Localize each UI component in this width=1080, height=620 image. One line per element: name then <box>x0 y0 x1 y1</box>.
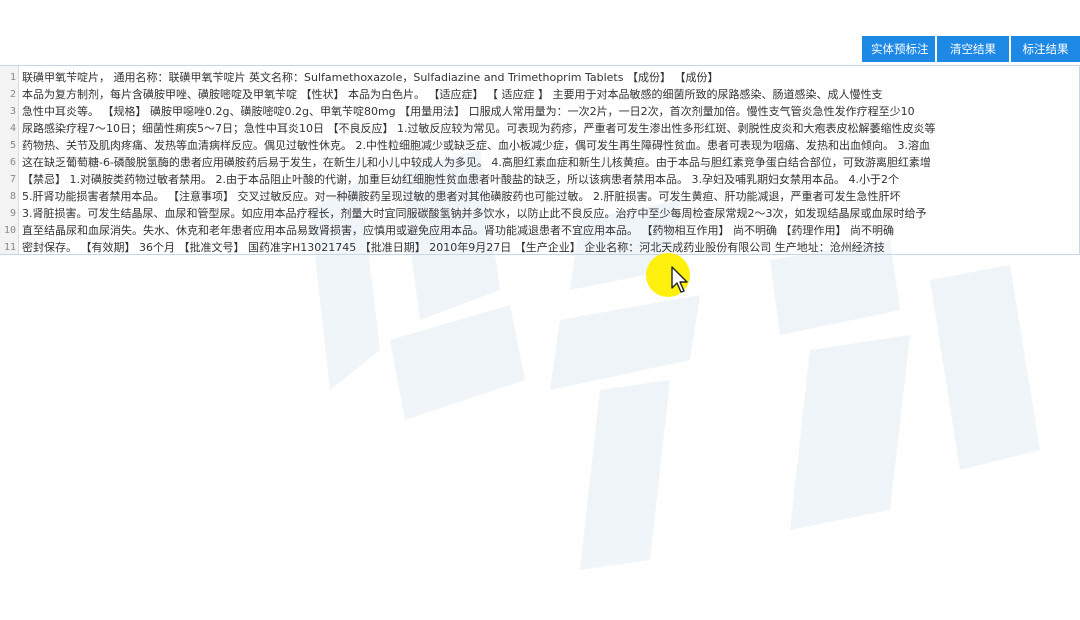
editor-line[interactable]: 4 尿路感染疗程7～10日；细菌性痢疾5～7日；急性中耳炎10日 【不良反应】 1… <box>0 120 1079 137</box>
editor-line[interactable]: 8 5.肝肾功能损害者禁用本品。 【注意事项】 交叉过敏反应。对一种磺胺药呈现过… <box>0 188 1079 205</box>
line-text[interactable]: 3.肾脏损害。可发生结晶尿、血尿和管型尿。如应用本品疗程长，剂量大时宜同服碳酸氢… <box>22 205 927 222</box>
annotation-results-button[interactable]: 标注结果 <box>1011 36 1080 62</box>
editor-line[interactable]: 10 直至结晶尿和血尿消失。失水、休克和老年患者应用本品易致肾损害，应慎用或避免应… <box>0 222 1079 239</box>
line-text[interactable]: 联磺甲氧苄啶片， 通用名称：联磺甲氧苄啶片 英文名称：Sulfamethoxaz… <box>22 69 718 86</box>
line-number: 8 <box>9 191 16 202</box>
editor-line[interactable]: 1 联磺甲氧苄啶片， 通用名称：联磺甲氧苄啶片 英文名称：Sulfamethoxa… <box>0 69 1079 86</box>
line-number: 7 <box>9 174 16 185</box>
editor-line[interactable]: 11 密封保存。 【有效期】 36个月 【批准文号】 国药准字H13021745 … <box>0 239 1079 254</box>
line-text[interactable]: 密封保存。 【有效期】 36个月 【批准文号】 国药准字H13021745 【批… <box>22 239 885 254</box>
line-number: 11 <box>3 242 16 253</box>
line-text[interactable]: 尿路感染疗程7～10日；细菌性痢疾5～7日；急性中耳炎10日 【不良反应】 1.… <box>22 120 935 137</box>
line-number: 10 <box>3 225 16 236</box>
entity-preannotate-button[interactable]: 实体预标注 <box>862 36 935 62</box>
line-text[interactable]: 5.肝肾功能损害者禁用本品。 【注意事项】 交叉过敏反应。对一种磺胺药呈现过敏的… <box>22 188 900 205</box>
editor-line[interactable]: 7 【禁忌】 1.对磺胺类药物过敏者禁用。 2.由于本品阻止叶酸的代谢，加重巨幼… <box>0 171 1079 188</box>
editor-line[interactable]: 2 本品为复方制剂，每片含磺胺甲唑、磺胺嘧啶及甲氧苄啶 【性状】 本品为白色片。 … <box>0 86 1079 103</box>
mouse-pointer-icon <box>671 266 688 293</box>
line-text[interactable]: 急性中耳炎等。 【规格】 磺胺甲噁唑0.2g、磺胺嘧啶0.2g、甲氧苄啶80mg… <box>22 103 915 120</box>
line-number: 6 <box>9 157 16 168</box>
line-text[interactable]: 直至结晶尿和血尿消失。失水、休克和老年患者应用本品易致肾损害，应慎用或避免应用本… <box>22 222 894 239</box>
line-text[interactable]: 本品为复方制剂，每片含磺胺甲唑、磺胺嘧啶及甲氧苄啶 【性状】 本品为白色片。 【… <box>22 86 882 103</box>
line-number: 5 <box>9 140 16 151</box>
line-number: 1 <box>9 72 16 83</box>
editor-line[interactable]: 6 这在缺乏葡萄糖-6-磷酸脱氢酶的患者应用磺胺药后易于发生，在新生儿和小儿中较成… <box>0 154 1079 171</box>
line-number: 4 <box>9 123 16 134</box>
line-text[interactable]: 【禁忌】 1.对磺胺类药物过敏者禁用。 2.由于本品阻止叶酸的代谢，加重巨幼红细… <box>22 171 899 188</box>
editor-line[interactable]: 5 药物热、关节及肌肉疼痛、发热等血清病样反应。偶见过敏性休克。 2.中性粒细胞减… <box>0 137 1079 154</box>
text-editor[interactable]: 1 联磺甲氧苄啶片， 通用名称：联磺甲氧苄啶片 英文名称：Sulfamethoxa… <box>0 65 1080 255</box>
line-text[interactable]: 药物热、关节及肌肉疼痛、发热等血清病样反应。偶见过敏性休克。 2.中性粒细胞减少… <box>22 137 930 154</box>
editor-line[interactable]: 9 3.肾脏损害。可发生结晶尿、血尿和管型尿。如应用本品疗程长，剂量大时宜同服碳… <box>0 205 1079 222</box>
line-number: 2 <box>9 89 16 100</box>
line-text[interactable]: 这在缺乏葡萄糖-6-磷酸脱氢酶的患者应用磺胺药后易于发生，在新生儿和小儿中较成人… <box>22 154 931 171</box>
line-number: 9 <box>9 208 16 219</box>
editor-line[interactable]: 3 急性中耳炎等。 【规格】 磺胺甲噁唑0.2g、磺胺嘧啶0.2g、甲氧苄啶80m… <box>0 103 1079 120</box>
clear-results-button[interactable]: 清空结果 <box>937 36 1009 62</box>
line-number: 3 <box>9 106 16 117</box>
annotation-toolbar: 实体预标注 清空结果 标注结果 <box>862 36 1080 62</box>
